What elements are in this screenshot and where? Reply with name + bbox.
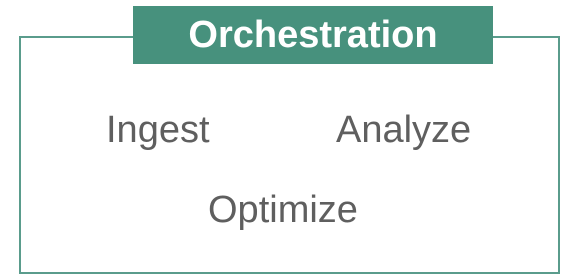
orchestration-frame: [19, 36, 560, 274]
orchestration-title: Orchestration: [133, 6, 493, 64]
optimize-label: Optimize: [208, 189, 358, 231]
diagram-canvas: Orchestration Ingest Analyze Optimize: [0, 0, 572, 278]
analyze-label: Analyze: [336, 109, 472, 151]
ingest-label: Ingest: [106, 109, 210, 151]
